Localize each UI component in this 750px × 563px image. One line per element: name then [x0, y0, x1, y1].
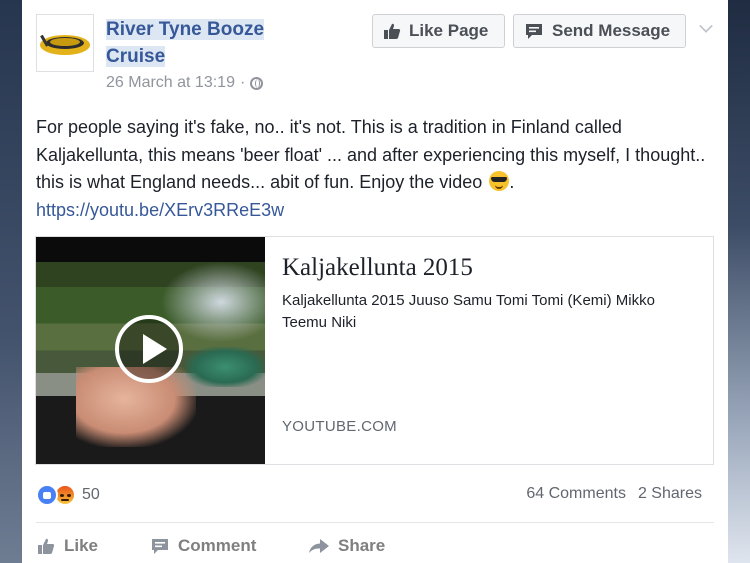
- comment-action-label: Comment: [178, 536, 257, 555]
- post-body: For people saying it's fake, no.. it's n…: [36, 117, 706, 192]
- post-meta: 26 March at 13:19 ·: [106, 74, 264, 92]
- divider: [36, 522, 714, 523]
- comment-icon: [152, 539, 168, 554]
- like-reaction-icon: [36, 484, 58, 506]
- thumbs-up-icon: [384, 23, 401, 39]
- share-action-button[interactable]: Share: [308, 534, 385, 558]
- thumbs-up-icon: [38, 538, 55, 554]
- page-name-link[interactable]: River Tyne Booze Cruise: [106, 16, 286, 70]
- share-icon: [309, 539, 329, 553]
- post-card: River Tyne Booze Cruise 26 March at 13:1…: [22, 0, 728, 563]
- comments-count[interactable]: 64 Comments: [526, 485, 626, 503]
- post-link[interactable]: https://youtu.be/XErv3RReE3w: [36, 197, 716, 225]
- meta-separator: ·: [239, 74, 246, 91]
- background-left: [0, 0, 22, 563]
- attachment-title[interactable]: Kaljakellunta 2015: [282, 254, 473, 282]
- post-text-end: .: [509, 172, 515, 192]
- shares-count[interactable]: 2 Shares: [638, 485, 702, 503]
- send-message-label: Send Message: [552, 21, 671, 40]
- reaction-count: 50: [82, 486, 100, 503]
- comment-action-button[interactable]: Comment: [150, 534, 256, 558]
- message-icon: [526, 24, 542, 39]
- like-page-label: Like Page: [409, 21, 489, 40]
- send-message-button[interactable]: Send Message: [513, 14, 686, 48]
- globe-icon: [250, 76, 264, 90]
- like-action-button[interactable]: Like: [36, 534, 98, 558]
- share-action-label: Share: [338, 536, 386, 555]
- background-right: [728, 0, 750, 563]
- sunglasses-emoji-icon: [489, 171, 510, 191]
- reactions-summary[interactable]: 50: [36, 484, 100, 506]
- inflatable-boat-icon: [40, 34, 90, 55]
- post-timestamp[interactable]: 26 March at 13:19: [106, 74, 235, 92]
- thumbnail-raft: [186, 347, 265, 387]
- post-text: For people saying it's fake, no.. it's n…: [36, 114, 716, 224]
- attachment-description: Kaljakellunta 2015 Juuso Samu Tomi Tomi …: [282, 292, 655, 331]
- chevron-down-icon[interactable]: [699, 19, 713, 33]
- play-button-icon[interactable]: [115, 315, 183, 383]
- page-avatar[interactable]: [36, 14, 94, 72]
- video-thumbnail[interactable]: [36, 237, 265, 464]
- like-action-label: Like: [64, 536, 99, 555]
- link-attachment[interactable]: Kaljakellunta 2015 Kaljakellunta 2015 Ju…: [35, 236, 714, 465]
- attachment-domain: YOUTUBE.COM: [282, 418, 397, 435]
- engagement-counts: 64 Comments 2 Shares: [526, 485, 702, 503]
- like-page-button[interactable]: Like Page: [372, 14, 505, 48]
